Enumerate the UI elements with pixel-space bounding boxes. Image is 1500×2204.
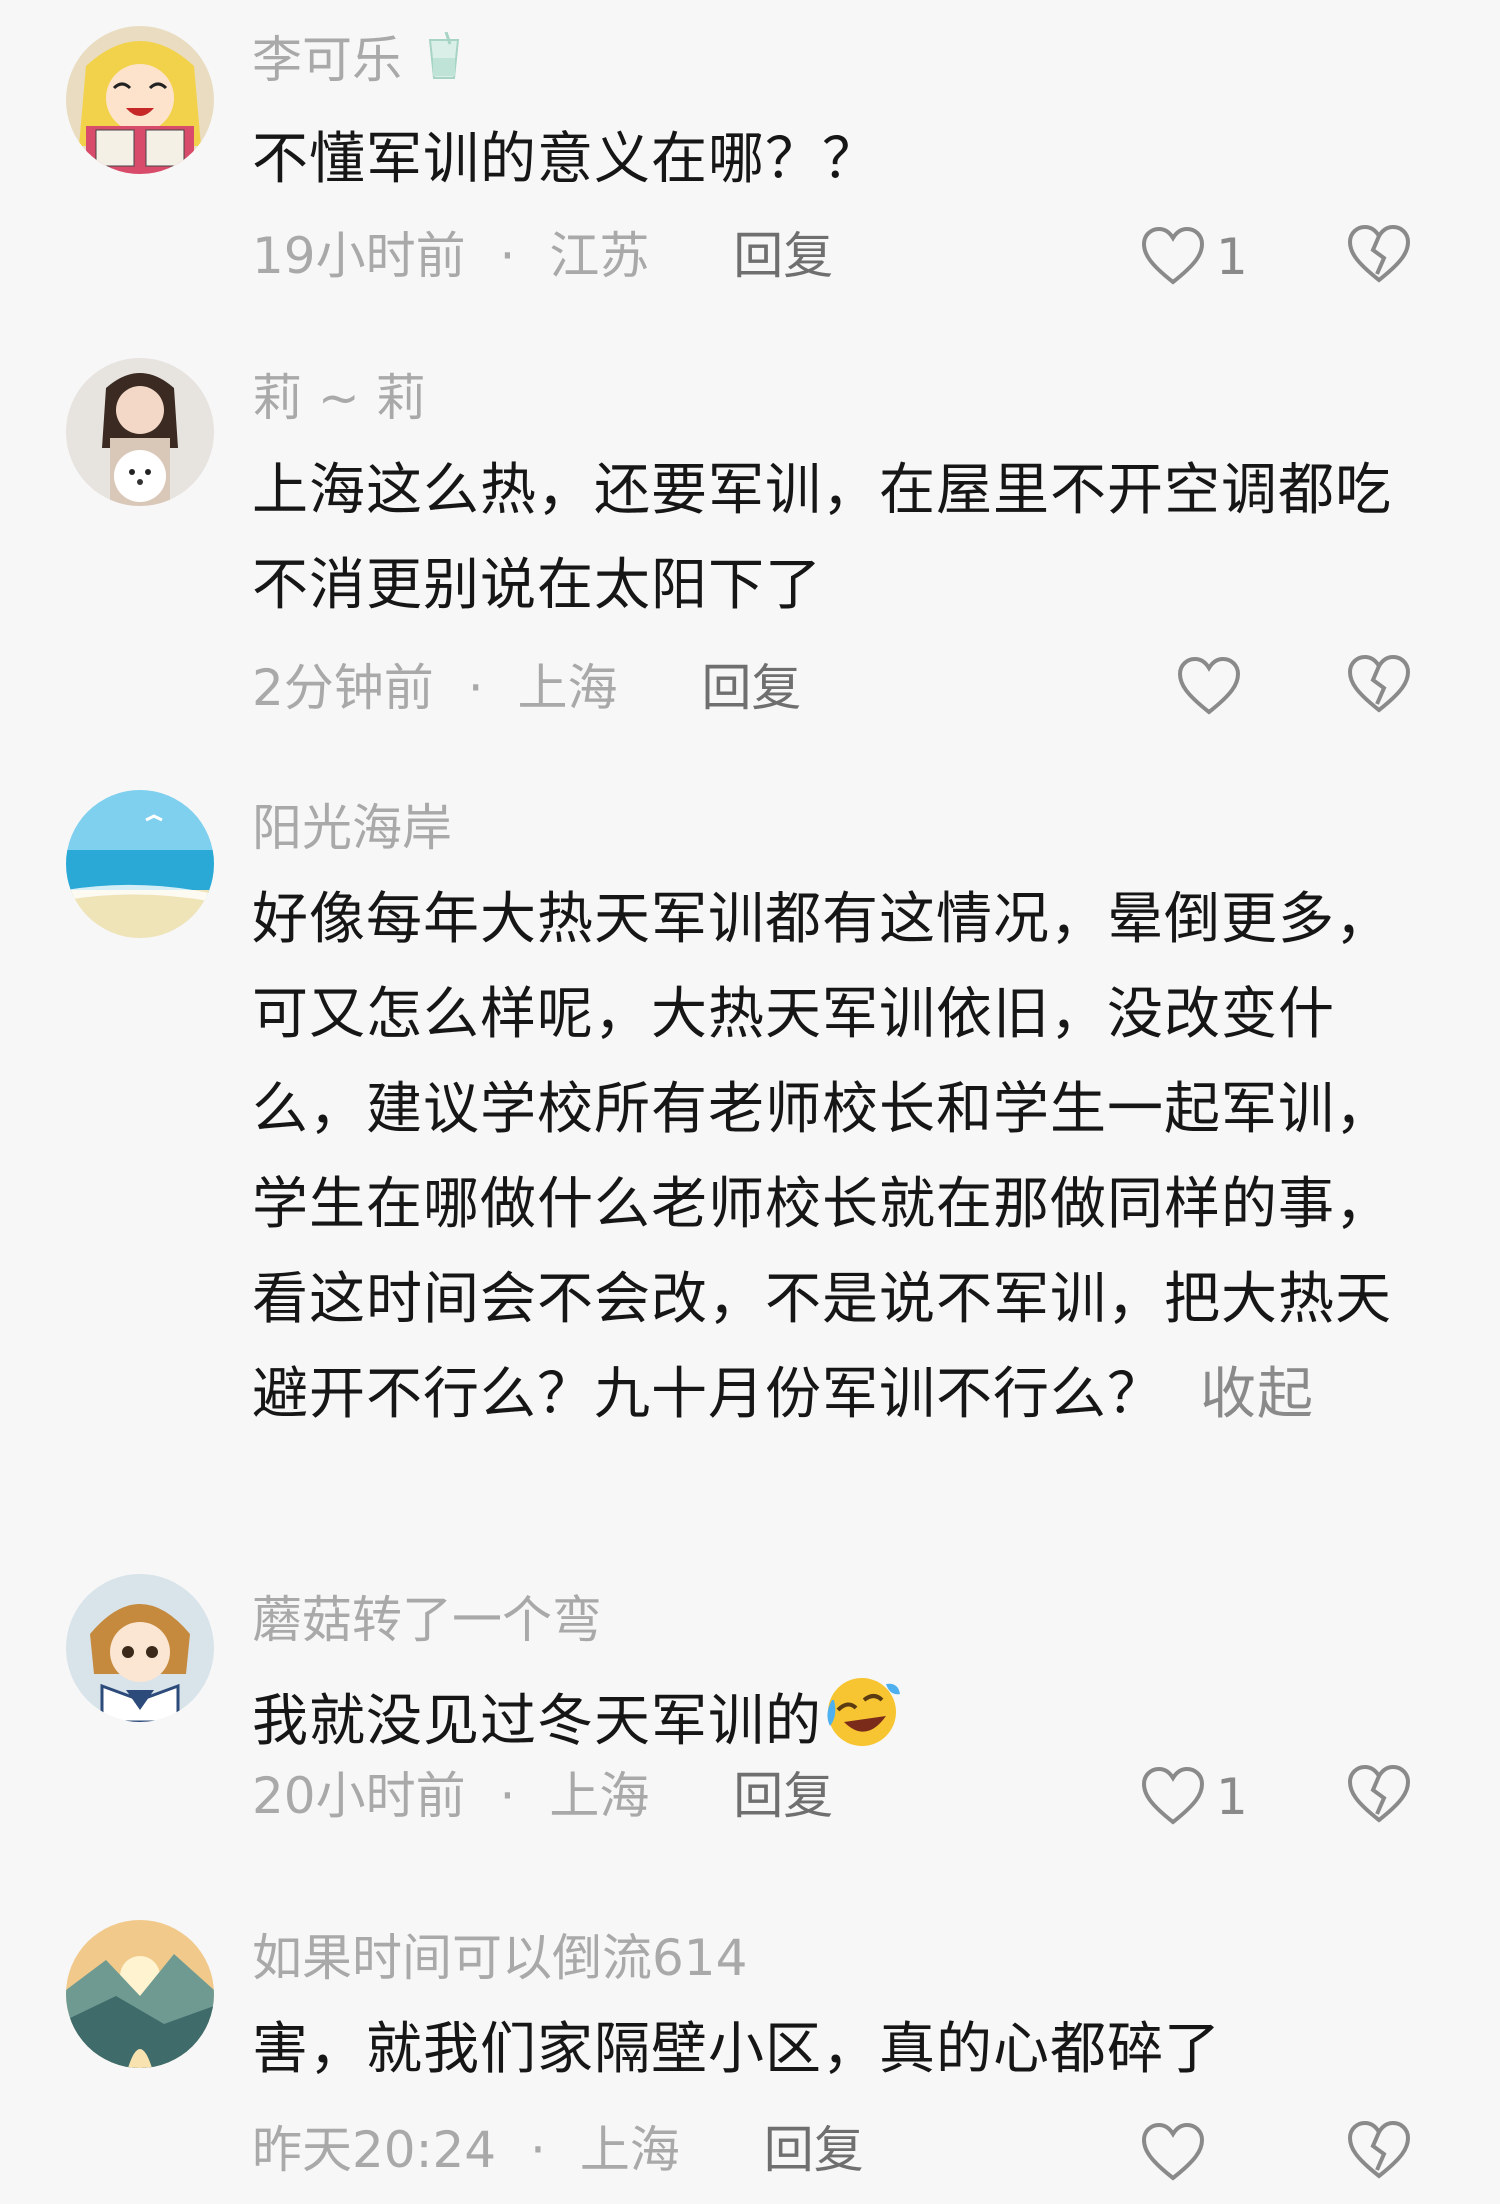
- heart-icon: [1141, 226, 1205, 285]
- cup-icon: [424, 31, 464, 95]
- broken-heart-icon: [1347, 2120, 1411, 2179]
- sunset-landscape-avatar-icon[interactable]: [66, 1920, 214, 2068]
- reply-button[interactable]: 回复: [701, 659, 801, 717]
- broken-heart-icon: [1347, 1764, 1411, 1823]
- comment-list: 李可乐 不懂军训的意义在哪？？ 19小时前 · 江苏 回复 1 莉 ~ 莉 上海…: [0, 0, 1500, 2204]
- beach-avatar-icon[interactable]: [66, 790, 214, 938]
- comment-text: 不懂军训的意义在哪？？: [252, 127, 879, 192]
- dislike-button[interactable]: [1346, 222, 1412, 292]
- like-button[interactable]: 1: [1140, 222, 1248, 292]
- comment-time: 昨天20:24: [252, 2121, 497, 2179]
- reply-button[interactable]: 回复: [733, 227, 833, 285]
- meta-separator: ·: [467, 659, 484, 717]
- comment-time: 19小时前: [252, 227, 466, 285]
- comment-text: 我就没见过冬天军训的: [252, 1670, 1392, 1769]
- heart-icon: [1141, 2122, 1205, 2181]
- comment-username[interactable]: 蘑菇转了一个弯: [252, 1590, 602, 1650]
- like-count: 1: [1216, 228, 1248, 286]
- anime-girl-sailor-avatar-icon[interactable]: [66, 1574, 214, 1722]
- comment-location: 江苏: [549, 227, 650, 285]
- dislike-button[interactable]: [1346, 652, 1412, 722]
- comment-text: 害，就我们家隔壁小区，真的心都碎了: [252, 2017, 1221, 2082]
- broken-heart-icon: [1347, 224, 1411, 283]
- dislike-button[interactable]: [1346, 1762, 1412, 1832]
- comment-location: 上海: [517, 659, 618, 717]
- meta-separator: ·: [499, 227, 516, 285]
- laughing-crying-emoji-icon: [822, 1670, 902, 1750]
- comment-text: 上海这么热，还要军训，在屋里不开空调都吃不消更别说在太阳下了: [252, 458, 1392, 618]
- heart-icon: [1141, 1766, 1205, 1825]
- collapse-button[interactable]: 收起: [1200, 1362, 1314, 1427]
- comment-meta: 2分钟前 · 上海 回复: [252, 658, 801, 718]
- reply-button[interactable]: 回复: [764, 2121, 864, 2179]
- dislike-button[interactable]: [1346, 2118, 1412, 2188]
- comment-meta: 19小时前 · 江苏 回复: [252, 226, 833, 286]
- broken-heart-icon: [1347, 654, 1411, 713]
- woman-with-dog-avatar-icon[interactable]: [66, 358, 214, 506]
- comment-username[interactable]: 莉 ~ 莉: [252, 368, 426, 428]
- comment-text: 好像每年大热天军训都有这情况，晕倒更多，可又怎么样呢，大热天军训依旧，没改变什么…: [252, 887, 1392, 1427]
- like-button[interactable]: [1140, 2118, 1216, 2188]
- like-button[interactable]: 1: [1140, 1762, 1248, 1832]
- comment-location: 上海: [549, 1767, 650, 1825]
- like-count: 1: [1216, 1768, 1248, 1826]
- like-button[interactable]: [1176, 652, 1252, 722]
- anime-girl-avatar-icon[interactable]: [66, 26, 214, 174]
- comment-location: 上海: [579, 2121, 680, 2179]
- comment-username[interactable]: 阳光海岸: [252, 798, 452, 858]
- comment-meta: 昨天20:24 · 上海 回复: [252, 2120, 864, 2180]
- comment-time: 20小时前: [252, 1767, 466, 1825]
- heart-icon: [1177, 656, 1241, 715]
- comment-username[interactable]: 李可乐: [252, 30, 464, 95]
- meta-separator: ·: [530, 2121, 546, 2179]
- reply-button[interactable]: 回复: [733, 1767, 833, 1825]
- meta-separator: ·: [499, 1767, 516, 1825]
- comment-time: 2分钟前: [252, 659, 434, 717]
- comment-username[interactable]: 如果时间可以倒流614: [252, 1928, 747, 1988]
- comment-meta: 20小时前 · 上海 回复: [252, 1766, 833, 1826]
